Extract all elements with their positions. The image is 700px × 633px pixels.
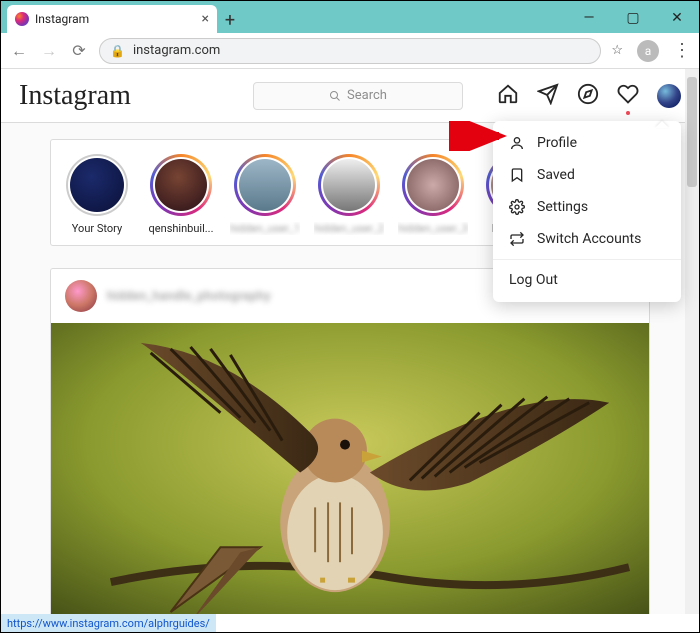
messages-icon[interactable] <box>537 83 559 109</box>
activity-icon[interactable] <box>617 83 639 109</box>
dropdown-item-profile[interactable]: Profile <box>493 127 681 159</box>
story-item[interactable]: hidden_user_2 <box>309 154 389 235</box>
bookmark-icon <box>509 167 525 183</box>
story-ring <box>150 154 212 216</box>
dropdown-item-switch[interactable]: Switch Accounts <box>493 223 681 255</box>
browser-titlebar: Instagram × + — ▢ ✕ <box>1 1 699 33</box>
story-item[interactable]: Your Story <box>57 154 137 235</box>
search-placeholder: Search <box>347 88 387 103</box>
explore-icon[interactable] <box>577 83 599 109</box>
dropdown-item-logout[interactable]: Log Out <box>493 264 681 296</box>
story-username: hidden_user_3 <box>398 222 468 235</box>
gear-icon <box>509 199 525 215</box>
story-ring <box>318 154 380 216</box>
story-ring <box>402 154 464 216</box>
annotation-arrow <box>449 121 509 151</box>
story-username: qenshinbuil... <box>149 222 214 235</box>
story-item[interactable]: hidden_user_1 <box>225 154 305 235</box>
window-controls: — ▢ ✕ <box>567 3 699 33</box>
dropdown-separator <box>493 259 681 260</box>
story-ring <box>66 154 128 216</box>
forward-button[interactable]: → <box>39 41 59 61</box>
browser-toolbar: ← → ⟳ 🔒 instagram.com ☆ a ⋮ <box>1 33 699 69</box>
switch-icon <box>509 231 525 247</box>
tab-title: Instagram <box>35 12 196 26</box>
story-item[interactable]: hidden_user_3 <box>393 154 473 235</box>
story-item[interactable]: qenshinbuil... <box>141 154 221 235</box>
search-input[interactable]: Search <box>253 82 463 110</box>
search-icon <box>329 90 341 102</box>
dropdown-item-settings[interactable]: Settings <box>493 191 681 223</box>
close-tab-icon[interactable]: × <box>202 11 209 27</box>
instagram-favicon <box>15 12 29 26</box>
reload-button[interactable]: ⟳ <box>69 41 89 60</box>
dropdown-item-saved[interactable]: Saved <box>493 159 681 191</box>
post-avatar[interactable] <box>65 280 97 312</box>
dropdown-label: Saved <box>537 167 575 183</box>
minimize-button[interactable]: — <box>567 3 611 33</box>
post-image[interactable] <box>51 323 649 614</box>
page-viewport: Instagram Search Profile Saved Sett <box>1 69 699 614</box>
feed-post: hidden_handle_photography ••• <box>50 268 650 614</box>
lock-icon: 🔒 <box>110 44 125 58</box>
profile-icon <box>509 135 525 151</box>
instagram-nav <box>497 83 681 109</box>
back-button[interactable]: ← <box>9 41 29 61</box>
bookmark-star-icon[interactable]: ☆ <box>611 43 623 58</box>
maximize-button[interactable]: ▢ <box>611 3 655 33</box>
dropdown-label: Settings <box>537 199 588 215</box>
profile-dropdown: Profile Saved Settings Switch Accounts L… <box>493 121 681 302</box>
post-username[interactable]: hidden_handle_photography <box>107 289 271 304</box>
browser-tab[interactable]: Instagram × <box>7 5 217 33</box>
dropdown-label: Switch Accounts <box>537 231 641 247</box>
address-bar[interactable]: 🔒 instagram.com <box>99 38 601 64</box>
home-icon[interactable] <box>497 83 519 109</box>
dropdown-label: Profile <box>537 135 577 151</box>
page-scrollbar[interactable] <box>685 69 699 614</box>
chrome-profile-button[interactable]: a <box>637 40 659 62</box>
status-url: https://www.instagram.com/alphrguides/ <box>7 617 210 630</box>
story-ring <box>234 154 296 216</box>
story-username: hidden_user_1 <box>230 222 300 235</box>
notification-dot <box>626 111 630 115</box>
story-username: hidden_user_2 <box>314 222 384 235</box>
scrollbar-thumb[interactable] <box>687 77 697 187</box>
story-username: Your Story <box>72 222 122 235</box>
new-tab-button[interactable]: + <box>217 7 243 33</box>
instagram-logo[interactable]: Instagram <box>19 80 131 112</box>
bird-illustration <box>51 323 649 614</box>
dropdown-label: Log Out <box>509 272 558 288</box>
instagram-header: Instagram Search Profile Saved Sett <box>1 69 699 123</box>
close-window-button[interactable]: ✕ <box>655 3 699 33</box>
url-text: instagram.com <box>133 43 220 58</box>
profile-avatar-button[interactable] <box>657 84 681 108</box>
browser-status-bar: https://www.instagram.com/alphrguides/ <box>1 614 216 632</box>
chrome-menu-button[interactable]: ⋮ <box>673 40 691 61</box>
